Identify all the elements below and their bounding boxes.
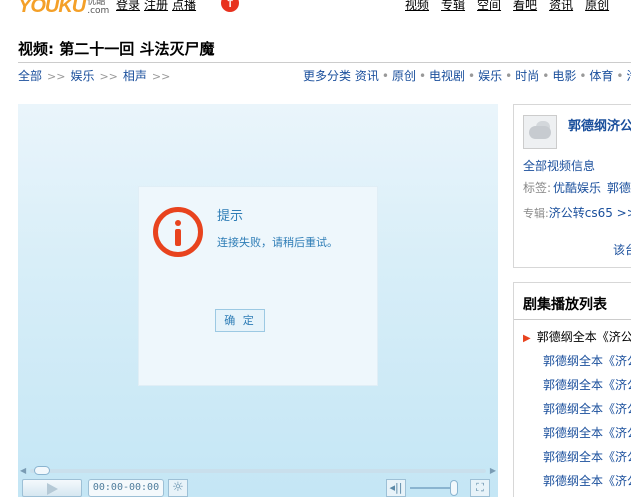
album-row: 专辑:济公转cs65 >> — [523, 204, 631, 221]
more-categories-label[interactable]: 更多分类 — [303, 69, 351, 83]
playlist-item[interactable]: 郭德纲全本《济公 — [523, 448, 631, 465]
time-display: 00:00-00:00 — [88, 479, 164, 497]
seek-thumb[interactable] — [34, 466, 50, 475]
seek-left-arrow-icon[interactable]: ◀ — [20, 467, 26, 475]
breadcrumb-separator: >> — [99, 70, 118, 83]
nav-original[interactable]: 原创 — [585, 0, 609, 12]
error-dialog: 提示 连接失败，请稍后重试。 确 定 — [138, 186, 378, 386]
top-bar: YOUKU 优酷 .com 登录 注册 点播 ↑ 视频 专辑 空间 看吧 资讯 原创 — [0, 0, 631, 18]
nav-album[interactable]: 专辑 — [441, 0, 465, 12]
tags-row: 标签: 优酷娱乐 郭德 — [523, 179, 631, 196]
breadcrumb-all[interactable]: 全部 — [18, 69, 42, 83]
more-link[interactable]: 该台 — [613, 241, 631, 258]
playlist-divider — [514, 319, 631, 320]
nav-news[interactable]: 资讯 — [549, 0, 573, 12]
playlist-item-label: 郭德纲全本《济公 — [543, 378, 631, 392]
category-news[interactable]: 资讯 — [355, 69, 379, 83]
playlist-item-label: 郭德纲全本《济公 — [536, 330, 631, 344]
fullscreen-icon[interactable]: ⛶ — [470, 479, 490, 497]
play-button[interactable] — [22, 479, 82, 497]
playlist-item[interactable]: 郭德纲全本《济公 — [523, 424, 631, 441]
playlist-item[interactable]: 郭德纲全本《济公 — [523, 472, 631, 489]
dialog-message: 连接失败，请稍后重试。 — [217, 236, 338, 249]
login-link[interactable]: 登录 — [116, 0, 140, 12]
logo-text: YOUKU — [18, 0, 86, 17]
playlist-item-label: 郭德纲全本《济公 — [543, 402, 631, 416]
breadcrumb-crosstalk[interactable]: 相声 — [123, 69, 147, 83]
channel-name[interactable]: 郭德纲济公 — [568, 115, 631, 134]
playlist-item[interactable]: 郭德纲全本《济公 — [523, 376, 631, 393]
playlist-item-label: 郭德纲全本《济公 — [543, 354, 631, 368]
tag-link[interactable]: 优酷娱乐 — [553, 181, 601, 195]
tags-label: 标签: — [523, 181, 552, 195]
alert-icon — [153, 207, 203, 257]
title-divider — [18, 62, 631, 63]
now-playing-icon: ▶ — [523, 333, 531, 344]
up-arrow-icon[interactable]: ↑ — [221, 0, 239, 12]
playlist-item-label: 郭德纲全本《济公 — [543, 450, 631, 464]
playlist-item[interactable]: 郭德纲全本《济公 — [523, 400, 631, 417]
ok-button[interactable]: 确 定 — [215, 309, 265, 332]
brightness-icon[interactable]: ☼ — [168, 479, 188, 497]
playlist-title: 剧集播放列表 — [523, 297, 607, 313]
channel-avatar[interactable] — [523, 115, 557, 149]
top-nav: 视频 专辑 空间 看吧 资讯 原创 — [405, 0, 621, 13]
category-entertainment[interactable]: 娱乐 — [478, 69, 502, 83]
playlist-panel: 剧集播放列表 ▶ 郭德纲全本《济公 郭德纲全本《济公 郭德纲全本《济公 郭德纲全本… — [513, 282, 631, 497]
playlist-item[interactable]: 郭德纲全本《济公 — [523, 352, 631, 369]
nav-space[interactable]: 空间 — [477, 0, 501, 12]
youku-logo[interactable]: YOUKU 优酷 .com — [18, 0, 109, 16]
breadcrumb: 全部 >> 娱乐 >> 相声 >> — [18, 67, 175, 84]
album-label: 专辑: — [523, 207, 549, 220]
album-link[interactable]: 济公转cs65 >> — [549, 206, 631, 220]
playlist-item-label: 郭德纲全本《济公 — [543, 426, 631, 440]
player-controls: 00:00-00:00 ☼ ◂|| ⛶ — [18, 477, 498, 497]
nav-kanba[interactable]: 看吧 — [513, 0, 537, 12]
breadcrumb-entertainment[interactable]: 娱乐 — [70, 69, 94, 83]
breadcrumb-separator: >> — [47, 70, 66, 83]
play-icon — [47, 483, 58, 495]
seek-track[interactable] — [30, 469, 486, 473]
dialog-title: 提示 — [217, 209, 244, 224]
volume-icon[interactable]: ◂|| — [386, 479, 406, 497]
playlist-item-label: 郭德纲全本《济公 — [543, 474, 631, 488]
video-player[interactable]: 提示 连接失败，请稍后重试。 确 定 ◀ ▶ 00:00-00:00 ☼ ◂||… — [18, 104, 498, 497]
category-original[interactable]: 原创 — [392, 69, 416, 83]
seek-right-arrow-icon[interactable]: ▶ — [490, 467, 496, 475]
category-tv[interactable]: 电视剧 — [429, 69, 465, 83]
register-link[interactable]: 注册 — [144, 0, 168, 12]
logo-domain: .com — [87, 6, 110, 16]
playlist-item-current[interactable]: ▶ 郭德纲全本《济公 — [523, 328, 631, 345]
category-links: 更多分类 资讯•原创•电视剧•娱乐•时尚•电影•体育•汽 — [303, 67, 631, 84]
breadcrumb-separator: >> — [151, 70, 171, 83]
account-links: 登录 注册 点播 — [116, 0, 200, 13]
seek-bar[interactable]: ◀ ▶ — [18, 466, 498, 476]
category-fashion[interactable]: 时尚 — [515, 69, 539, 83]
ondemand-link[interactable]: 点播 — [172, 0, 196, 12]
tag-link[interactable]: 郭德 — [607, 181, 631, 195]
video-info-panel: 郭德纲济公 全部视频信息 标签:优酷娱乐 郭德 专辑:济公转cs65 >> 该台 — [513, 104, 631, 268]
page-title: 视频: 第二十一回 斗法灭尸魔 — [18, 40, 215, 58]
category-sports[interactable]: 体育 — [589, 69, 613, 83]
category-movie[interactable]: 电影 — [552, 69, 576, 83]
nav-video[interactable]: 视频 — [405, 0, 429, 12]
all-video-info-link[interactable]: 全部视频信息 — [523, 157, 595, 174]
category-auto[interactable]: 汽 — [627, 69, 631, 83]
volume-thumb[interactable] — [450, 480, 458, 496]
